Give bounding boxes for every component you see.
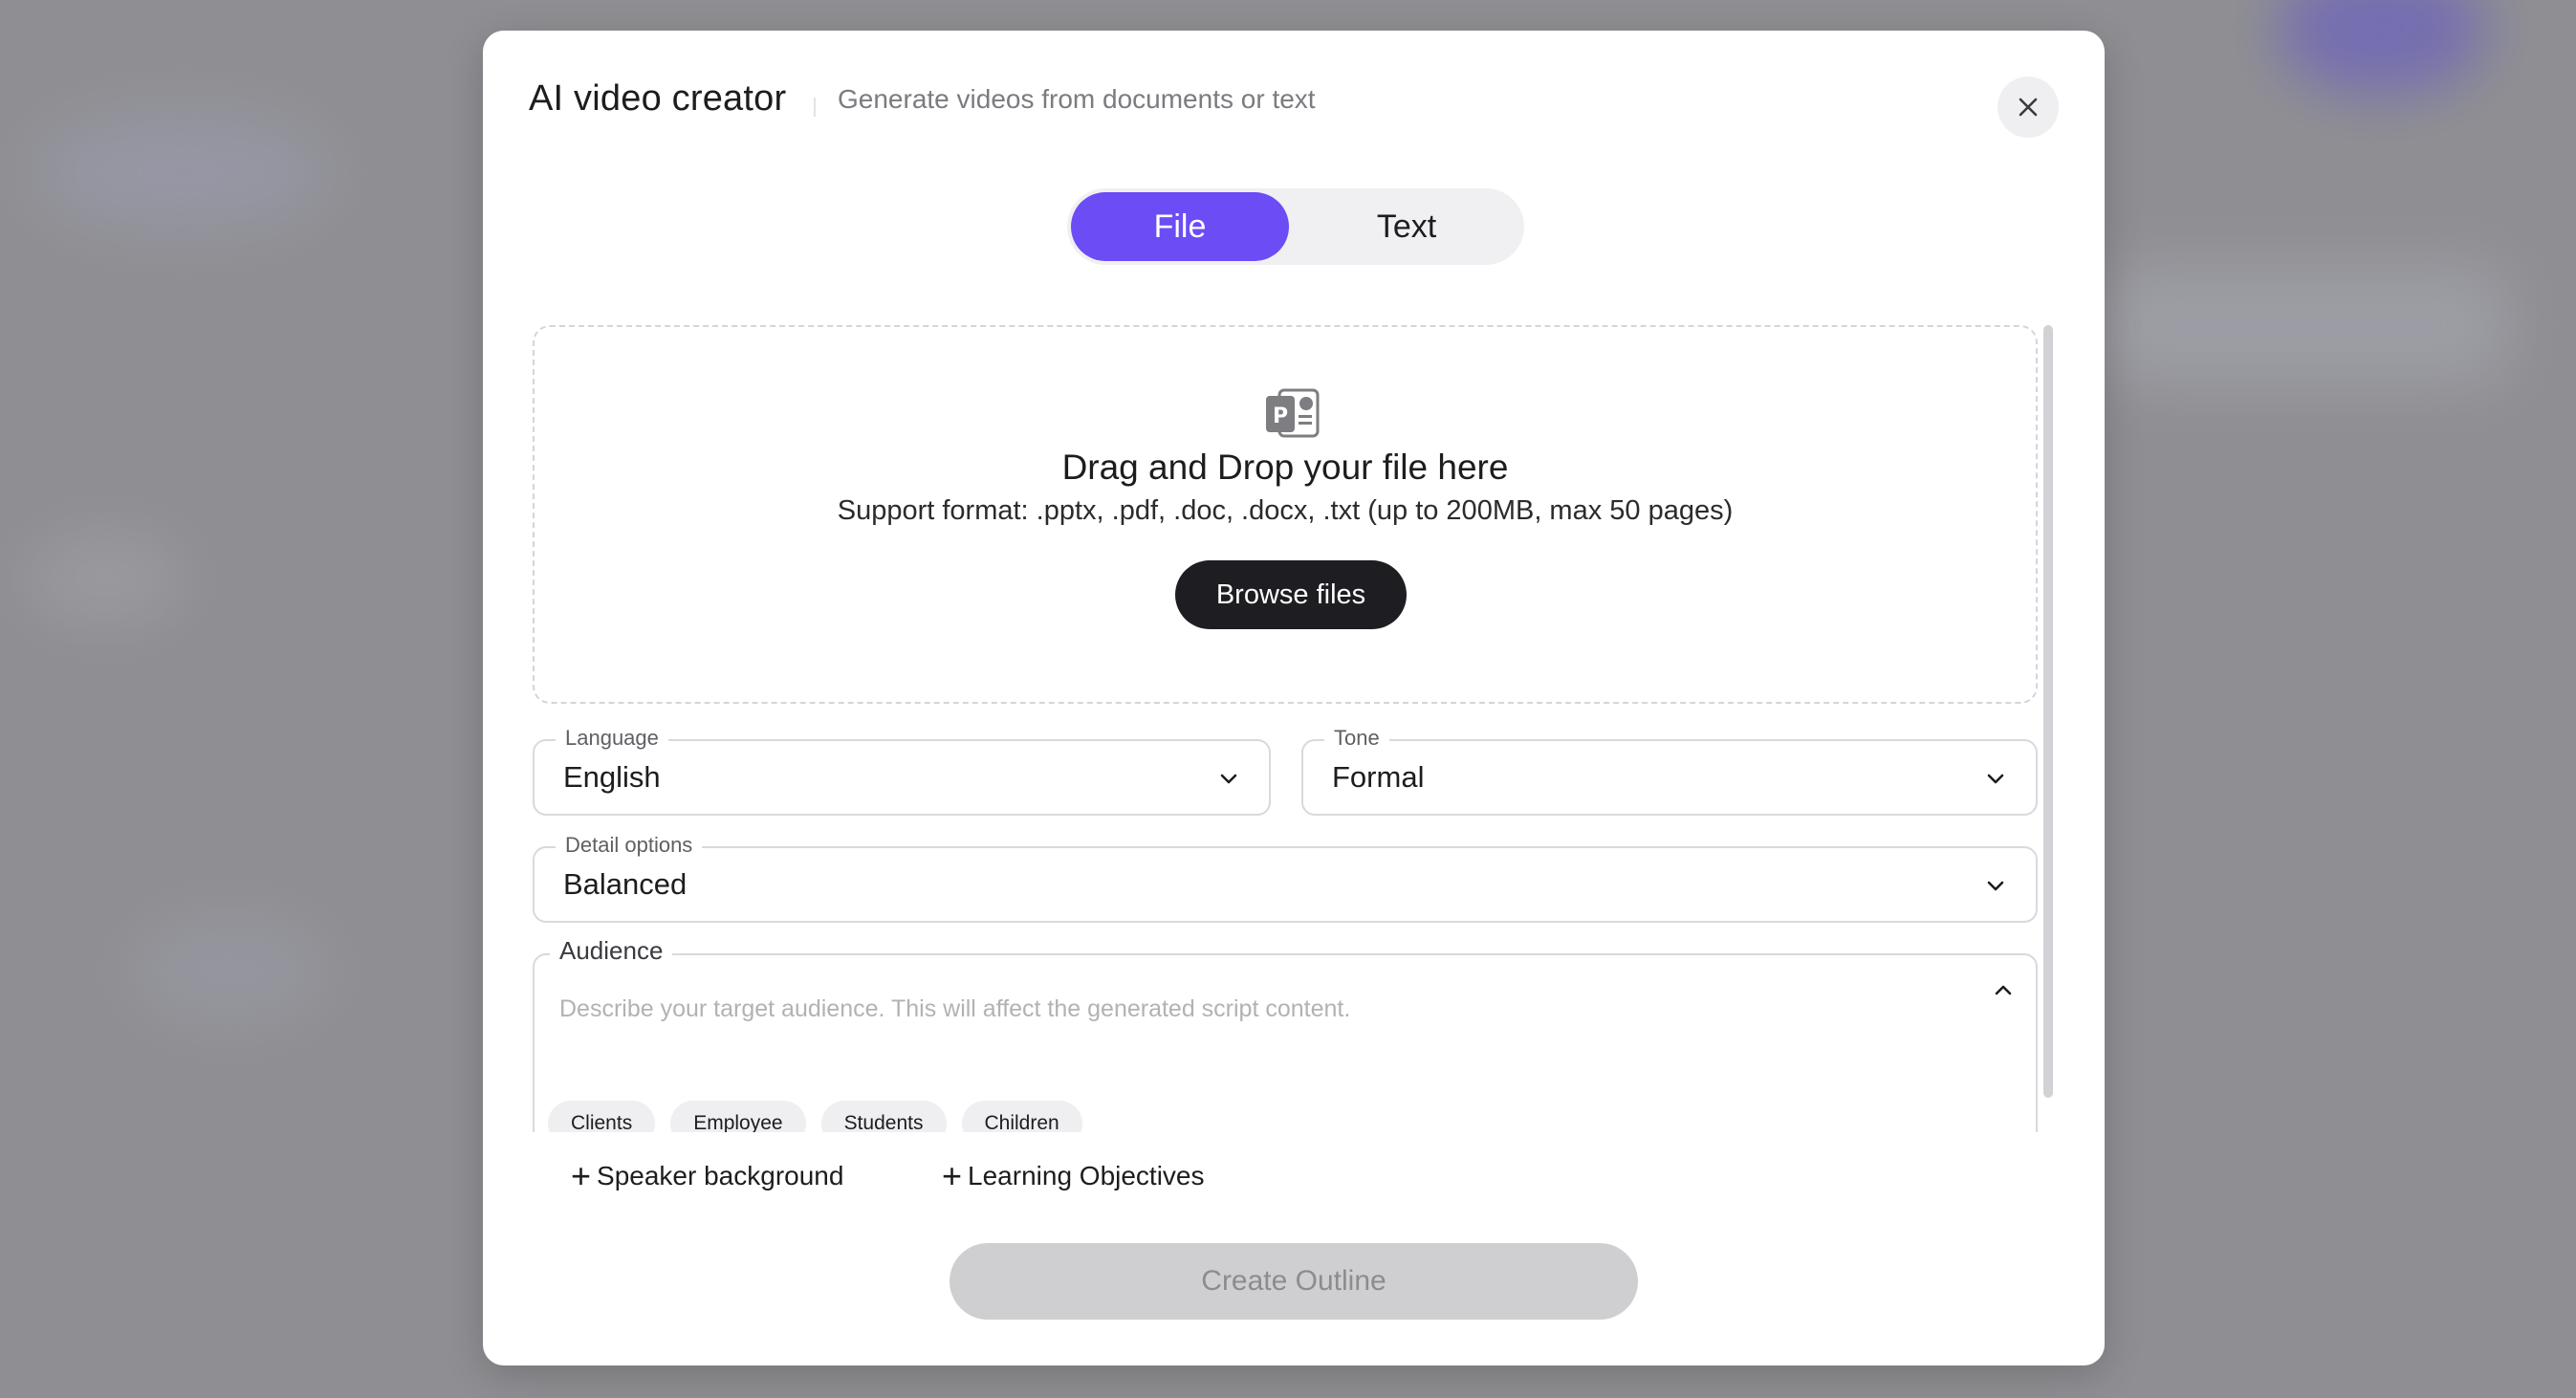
chevron-down-icon bbox=[1987, 774, 2004, 784]
language-select[interactable]: Language English bbox=[533, 726, 1271, 816]
learning-objectives-label: Learning Objectives bbox=[968, 1161, 1205, 1190]
dialog-subtitle: Generate videos from documents or text bbox=[838, 84, 1316, 114]
tone-select[interactable]: Tone Formal bbox=[1301, 726, 2038, 816]
browse-files-button[interactable]: Browse files bbox=[1175, 560, 1407, 629]
language-label: Language bbox=[556, 726, 668, 751]
language-value: English bbox=[563, 760, 661, 794]
background-shape bbox=[2104, 268, 2505, 382]
chip-children[interactable]: Children bbox=[961, 1101, 1082, 1132]
chip-employee[interactable]: Employee bbox=[670, 1101, 806, 1132]
form-scroll-area[interactable]: P Drag and Drop your file here Support f… bbox=[483, 295, 2105, 1132]
tab-file[interactable]: File bbox=[1071, 192, 1289, 261]
detail-options-select[interactable]: Detail options Balanced bbox=[533, 833, 2038, 923]
ai-video-creator-dialog: AI video creator Generate videos from do… bbox=[483, 31, 2105, 1365]
background-shape bbox=[2276, 0, 2486, 96]
close-icon bbox=[2019, 98, 2038, 117]
dropzone-support-text: Support format: .pptx, .pdf, .doc, .docx… bbox=[837, 495, 1734, 526]
audience-input[interactable] bbox=[559, 990, 1936, 1028]
plus-icon: + bbox=[571, 1156, 592, 1195]
speaker-background-label: Speaker background bbox=[597, 1161, 844, 1190]
close-button[interactable] bbox=[1997, 76, 2059, 138]
audience-suggestion-chips: Clients Employee Students Children bbox=[548, 1101, 1082, 1132]
audience-label: Audience bbox=[550, 936, 673, 966]
tab-text[interactable]: Text bbox=[1297, 192, 1517, 261]
background-shape bbox=[38, 115, 325, 229]
chevron-up-icon[interactable] bbox=[1990, 976, 2017, 1003]
detail-options-label: Detail options bbox=[556, 833, 703, 858]
dialog-title: AI video creator bbox=[529, 78, 787, 119]
background-shape bbox=[134, 918, 325, 1023]
background-shape bbox=[29, 535, 182, 622]
dropzone-title: Drag and Drop your file here bbox=[1061, 448, 1509, 487]
chevron-down-icon bbox=[1987, 881, 2004, 891]
source-tab-switcher: File Text bbox=[1067, 188, 1524, 265]
add-learning-objectives-button[interactable]: + Learning Objectives bbox=[942, 1153, 1205, 1199]
plus-icon: + bbox=[942, 1156, 963, 1195]
chip-clients[interactable]: Clients bbox=[548, 1101, 656, 1132]
title-divider bbox=[814, 98, 816, 117]
audience-field: Audience Clients Employee Students Child… bbox=[533, 936, 2038, 1132]
tone-value: Formal bbox=[1332, 760, 1425, 794]
powerpoint-file-icon: P bbox=[1266, 388, 1320, 438]
file-dropzone[interactable]: P Drag and Drop your file here Support f… bbox=[533, 325, 2038, 704]
add-speaker-background-button[interactable]: + Speaker background bbox=[571, 1153, 843, 1199]
chevron-down-icon bbox=[1220, 774, 1237, 784]
chip-students[interactable]: Students bbox=[820, 1101, 947, 1132]
tone-label: Tone bbox=[1324, 726, 1389, 751]
svg-text:P: P bbox=[1273, 404, 1288, 428]
detail-options-value: Balanced bbox=[563, 867, 688, 901]
scrollbar[interactable] bbox=[2043, 325, 2053, 1098]
create-outline-button[interactable]: Create Outline bbox=[950, 1243, 1638, 1320]
